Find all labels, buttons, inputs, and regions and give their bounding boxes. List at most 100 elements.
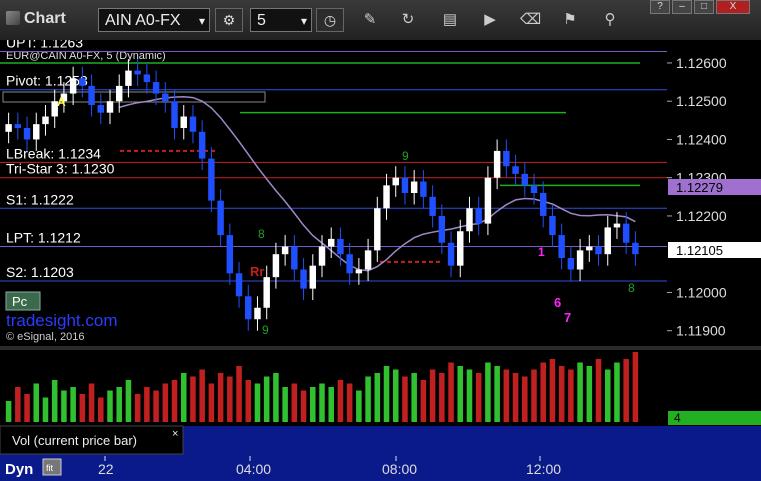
- candle-body: [14, 124, 22, 128]
- candle-body: [217, 200, 224, 236]
- volume-bar: [125, 380, 132, 422]
- volume-bar: [374, 373, 381, 422]
- volume-bar: [199, 369, 205, 422]
- interval-dropdown-icon[interactable]: ▾: [301, 9, 307, 33]
- volume-bar: [217, 373, 224, 422]
- volume-bar: [300, 390, 307, 422]
- vol-axis-label: [668, 411, 761, 425]
- volume-bar: [42, 397, 49, 422]
- volume-bar: [577, 362, 583, 422]
- candle-body: [318, 246, 326, 266]
- current-price-text: 1.12105: [676, 243, 723, 258]
- price-tick-label: 1.12200: [676, 208, 727, 224]
- volume-bar: [503, 369, 510, 422]
- candle-body: [558, 235, 565, 259]
- candle-body: [300, 269, 307, 289]
- watermark: tradesight.com: [6, 311, 118, 330]
- interval-value: 5: [257, 12, 266, 29]
- candle-body: [208, 158, 215, 201]
- pin-icon[interactable]: ⚲: [600, 10, 620, 30]
- volume-bar: [180, 373, 187, 422]
- candle-body: [79, 78, 86, 86]
- candle-body: [438, 215, 446, 243]
- dyn-label[interactable]: Dyn: [5, 461, 33, 478]
- candle-body: [152, 82, 160, 94]
- volume-panel-title: Vol (current price bar): [12, 433, 137, 448]
- volume-bar: [337, 380, 344, 422]
- calendar-icon[interactable]: ▤: [440, 10, 460, 30]
- chart-icon: [6, 11, 20, 25]
- volume-bar: [632, 352, 639, 422]
- level-label: S1: 1.1222: [6, 191, 74, 207]
- volume-bar: [245, 380, 252, 422]
- candle-body: [23, 127, 31, 140]
- candle-body: [355, 269, 363, 274]
- candle-body: [429, 196, 436, 216]
- marker-rr: Rr: [250, 264, 264, 279]
- candle-body: [245, 296, 252, 320]
- candle-body: [613, 223, 621, 228]
- candle-body: [309, 265, 317, 289]
- pc-button-label: Pc: [12, 294, 28, 309]
- play-icon[interactable]: ▶: [480, 10, 500, 30]
- volume-bar: [365, 376, 371, 422]
- volume-bar: [439, 373, 445, 422]
- candle-body: [134, 70, 141, 75]
- pencil-icon[interactable]: ✎: [360, 10, 380, 30]
- candle-body: [171, 101, 178, 128]
- volume-bar: [116, 387, 122, 422]
- close-button[interactable]: X: [716, 0, 750, 14]
- maximize-button[interactable]: □: [694, 0, 714, 14]
- level-label: UPT: 1.1263: [6, 40, 83, 50]
- settings-button[interactable]: ⚙: [215, 8, 243, 32]
- help-button[interactable]: ?: [650, 0, 670, 14]
- volume-bar: [107, 390, 113, 422]
- volume-bar: [595, 359, 602, 422]
- level-label: S2: 1.1203: [6, 264, 74, 280]
- time-tick-label: 04:00: [236, 461, 271, 477]
- marker-1: 1: [538, 245, 545, 259]
- flag-icon[interactable]: ⚑: [560, 10, 580, 30]
- level-label: LBreak: 1.1234: [6, 145, 101, 161]
- symbol-input[interactable]: AIN A0-FX ▾: [98, 8, 210, 32]
- volume-bar: [254, 383, 261, 422]
- marker-a: A: [57, 95, 66, 109]
- toolbar: Chart AIN A0-FX ▾ ⚙ 5 ▾ ◷ ✎ ↻ ▤ ▶ ⌫ ⚑ ⚲ …: [0, 0, 761, 41]
- volume-bar: [512, 373, 519, 422]
- candle-body: [493, 150, 501, 178]
- vol-axis-value: 4: [674, 411, 681, 425]
- candle-body: [484, 177, 492, 224]
- volume-bar: [457, 366, 464, 422]
- volume-panel-close-icon[interactable]: ×: [172, 428, 178, 440]
- interval-input[interactable]: 5 ▾: [250, 8, 312, 32]
- candle-body: [235, 273, 243, 297]
- candle-body: [466, 208, 473, 232]
- chart-title-text: Chart: [24, 10, 66, 27]
- candle-body: [622, 223, 630, 243]
- volume-bar: [51, 380, 58, 422]
- volume-bar: [448, 362, 454, 422]
- volume-bar: [227, 376, 233, 422]
- time-tick-label: 08:00: [382, 461, 417, 477]
- clock-button[interactable]: ◷: [316, 8, 344, 32]
- candle-body: [33, 124, 40, 140]
- candle-body: [595, 246, 602, 255]
- copyright: © eSignal, 2016: [6, 331, 84, 343]
- candle-body: [125, 70, 132, 86]
- candle-body: [410, 181, 418, 193]
- candle-body: [5, 124, 12, 132]
- minimize-button[interactable]: –: [672, 0, 692, 14]
- volume-bar: [98, 397, 104, 422]
- candle-body: [567, 258, 575, 270]
- candle-body: [254, 307, 261, 320]
- candle-body: [632, 242, 639, 255]
- volume-bar: [411, 373, 417, 422]
- refresh-icon[interactable]: ↻: [398, 10, 418, 30]
- volume-bar: [263, 376, 270, 422]
- volume-bar: [568, 369, 574, 422]
- eraser-icon[interactable]: ⌫: [520, 10, 541, 30]
- marker-7: 7: [564, 310, 571, 325]
- candle-body: [447, 242, 455, 266]
- symbol-dropdown-icon[interactable]: ▾: [199, 9, 205, 33]
- clock-icon: ◷: [323, 12, 337, 28]
